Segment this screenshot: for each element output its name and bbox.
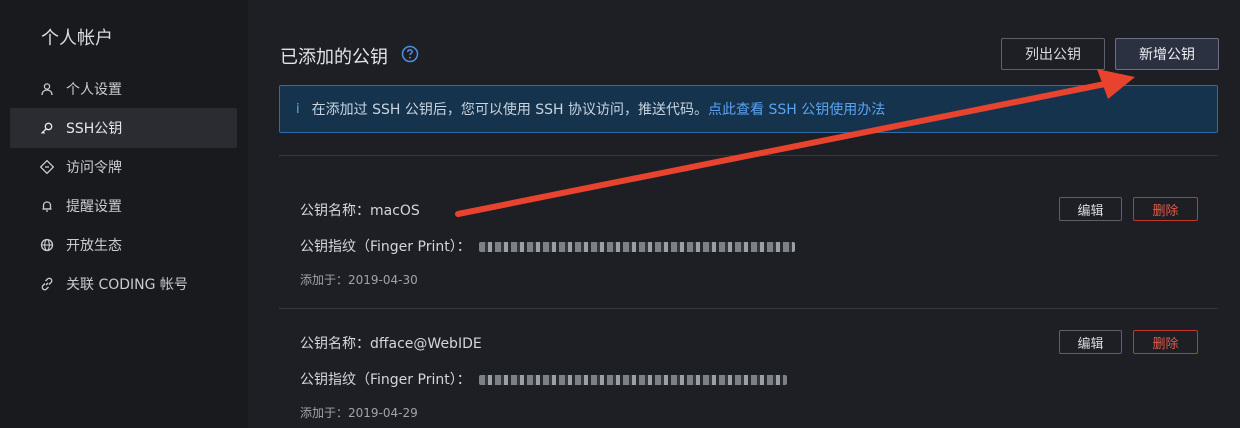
key-added-row: 添加于：2019-04-30 bbox=[300, 271, 418, 288]
key-added-row: 添加于：2019-04-29 bbox=[300, 404, 418, 421]
key-fingerprint-row: 公钥指纹（Finger Print）： bbox=[300, 236, 795, 256]
globe-icon bbox=[40, 238, 54, 252]
sidebar-item-open-ecosystem[interactable]: 开放生态 bbox=[10, 225, 237, 265]
key-name-label: 公钥名称： bbox=[300, 203, 370, 219]
info-icon: i bbox=[296, 101, 300, 117]
page-title: 已添加的公钥 bbox=[280, 47, 388, 68]
sidebar-item-label: 开放生态 bbox=[66, 238, 122, 254]
key-added-date: 2019-04-30 bbox=[348, 273, 418, 287]
sidebar-item-label: 个人设置 bbox=[66, 82, 122, 98]
sidebar-title: 个人帐户 bbox=[41, 28, 113, 49]
key-fingerprint-row: 公钥指纹（Finger Print）： bbox=[300, 369, 787, 389]
user-icon bbox=[41, 83, 53, 96]
sidebar-item-access-tokens[interactable]: 访问令牌 bbox=[10, 147, 237, 187]
ssh-help-link[interactable]: 点此查看 SSH 公钥使用办法 bbox=[708, 99, 885, 119]
sidebar-item-label: SSH公钥 bbox=[66, 121, 123, 137]
key-added-label: 添加于： bbox=[300, 273, 349, 287]
key-fingerprint-label: 公钥指纹（Finger Print）： bbox=[300, 372, 471, 388]
edit-key-button[interactable]: 编辑 bbox=[1059, 197, 1122, 221]
key-name: macOS bbox=[370, 203, 420, 219]
link-icon bbox=[41, 277, 53, 291]
key-fingerprint-label: 公钥指纹（Finger Print）： bbox=[300, 239, 471, 255]
list-keys-button[interactable]: 列出公钥 bbox=[1001, 38, 1105, 70]
bell-icon bbox=[42, 201, 52, 212]
info-text: 在添加过 SSH 公钥后，您可以使用 SSH 协议访问，推送代码。 bbox=[311, 102, 709, 118]
key-added-date: 2019-04-29 bbox=[348, 406, 418, 420]
sidebar: 个人帐户 个人设置 SSH公钥 访问令牌 提醒设置 开放生态 关联 CODING… bbox=[0, 0, 248, 428]
key-name: dfface@WebIDE bbox=[370, 336, 482, 352]
token-icon bbox=[40, 160, 54, 174]
key-added-label: 添加于： bbox=[300, 406, 349, 420]
add-key-button[interactable]: 新增公钥 bbox=[1115, 38, 1219, 70]
edit-key-button[interactable]: 编辑 bbox=[1059, 330, 1122, 354]
sidebar-item-ssh-keys[interactable]: SSH公钥 bbox=[10, 108, 237, 148]
main-panel: 已添加的公钥 列出公钥 新增公钥 i 在添加过 SSH 公钥后，您可以使用 SS… bbox=[248, 0, 1240, 428]
key-icon bbox=[41, 122, 53, 134]
divider bbox=[279, 155, 1218, 156]
sidebar-item-notifications[interactable]: 提醒设置 bbox=[10, 186, 237, 226]
delete-key-button[interactable]: 删除 bbox=[1133, 330, 1198, 354]
sidebar-item-label: 提醒设置 bbox=[66, 199, 122, 215]
sidebar-item-label: 关联 CODING 帐号 bbox=[66, 277, 188, 293]
sidebar-item-label: 访问令牌 bbox=[66, 160, 122, 176]
key-name-row: 公钥名称：macOS bbox=[300, 200, 420, 220]
key-fingerprint-redacted bbox=[478, 242, 795, 252]
key-name-row: 公钥名称：dfface@WebIDE bbox=[300, 333, 482, 353]
info-banner: i 在添加过 SSH 公钥后，您可以使用 SSH 协议访问，推送代码。 点此查看… bbox=[279, 85, 1218, 133]
question-circle-icon[interactable] bbox=[401, 45, 419, 63]
divider bbox=[279, 308, 1218, 309]
sidebar-item-personal-settings[interactable]: 个人设置 bbox=[10, 69, 237, 109]
key-name-label: 公钥名称： bbox=[300, 336, 370, 352]
key-fingerprint-redacted bbox=[478, 375, 787, 385]
sidebar-item-link-coding-account[interactable]: 关联 CODING 帐号 bbox=[10, 264, 237, 304]
delete-key-button[interactable]: 删除 bbox=[1133, 197, 1198, 221]
